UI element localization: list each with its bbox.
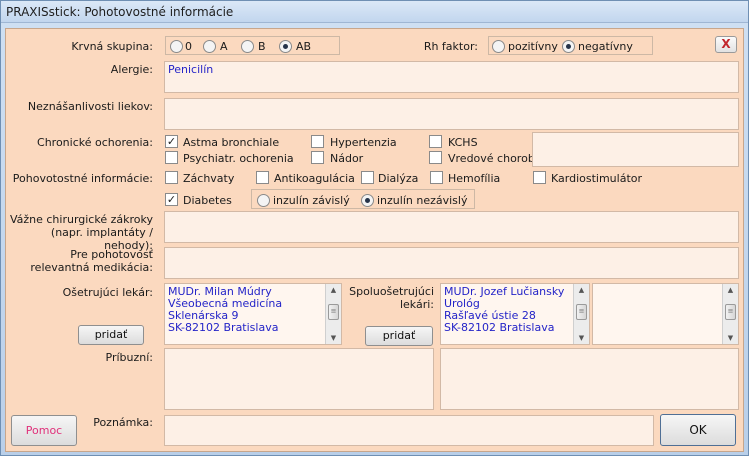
form-area: Krvná skupina: 0 A B AB Rh faktor: pozit… xyxy=(5,28,744,452)
relatives-field-2[interactable] xyxy=(440,348,739,410)
co-doctor-label-line1: Spoluošetrujúci xyxy=(349,285,434,298)
blood-group-option-b-label: B xyxy=(258,40,266,53)
doctor-list[interactable]: MUDr. Milan Múdry Všeobecná medicína Skl… xyxy=(164,283,342,345)
window-title: PRAXISstick: Pohotovostné informácie xyxy=(6,5,234,19)
rh-positive-label: pozitívny xyxy=(508,40,558,53)
help-button[interactable]: Pomoc xyxy=(11,415,77,446)
emergency-seizures-label: Záchvaty xyxy=(183,172,235,185)
doctor-line-4: SK-82102 Bratislava xyxy=(168,321,279,334)
emergency-dialysis-label: Dialýza xyxy=(378,172,419,185)
allergies-value: Penicilín xyxy=(168,63,214,76)
surgery-field[interactable] xyxy=(164,211,739,243)
co-doctor-scrollbar[interactable]: ▲ ≡ ▼ xyxy=(573,284,589,344)
co-doctor-label: Spoluošetrujúci lekári: xyxy=(346,285,434,311)
note-field[interactable] xyxy=(164,415,654,446)
chronic-hypertension-checkbox[interactable] xyxy=(311,135,324,148)
insulin-independent-option[interactable] xyxy=(361,194,374,207)
allergies-label: Alergie: xyxy=(110,63,153,76)
insulin-dependent-option[interactable] xyxy=(257,194,270,207)
chronic-ulcer-checkbox[interactable] xyxy=(429,151,442,164)
scroll-up-icon[interactable]: ▲ xyxy=(574,284,589,296)
rh-negative-option[interactable] xyxy=(562,40,575,53)
relatives-field[interactable] xyxy=(164,348,434,410)
chronic-kchs-checkbox[interactable] xyxy=(429,135,442,148)
blood-group-option-ab[interactable] xyxy=(279,40,292,53)
emergency-dialysis-checkbox[interactable] xyxy=(361,171,374,184)
add-co-doctor-button[interactable]: pridať xyxy=(365,326,433,346)
rh-negative-label: negatívny xyxy=(578,40,633,53)
intolerance-label: Neznášanlivosti liekov: xyxy=(27,100,153,113)
surgery-label-line1: Vážne chirurgické zákroky xyxy=(9,213,153,226)
insulin-independent-label: inzulín nezávislý xyxy=(377,194,468,207)
insulin-dependent-label: inzulín závislý xyxy=(273,194,350,207)
blood-group-label: Krvná skupina: xyxy=(71,40,153,53)
intolerance-field[interactable] xyxy=(164,98,739,130)
scroll-down-icon[interactable]: ▼ xyxy=(574,332,589,344)
emergency-anticoagulation-label: Antikoagulácia xyxy=(274,172,355,185)
title-bar: PRAXISstick: Pohotovostné informácie xyxy=(1,1,748,23)
emergency-seizures-checkbox[interactable] xyxy=(165,171,178,184)
scroll-down-icon[interactable]: ▼ xyxy=(326,332,341,344)
doctor-text: MUDr. Milan Múdry Všeobecná medicína Skl… xyxy=(168,286,282,334)
emergency-diabetes-label: Diabetes xyxy=(183,194,232,207)
co-doctor-2-scrollbar[interactable]: ▲ ≡ ▼ xyxy=(722,284,738,344)
emergency-anticoagulation-checkbox[interactable] xyxy=(256,171,269,184)
chronic-ulcer-label: Vredové choroby xyxy=(448,152,542,165)
chronic-psychiatric-label: Psychiatr. ochorenia xyxy=(183,152,294,165)
rh-positive-option[interactable] xyxy=(492,40,505,53)
scroll-thumb[interactable]: ≡ xyxy=(725,304,736,320)
medication-label-line2: relevantná medikácia: xyxy=(30,261,153,274)
ok-button[interactable]: OK xyxy=(660,414,736,446)
close-button[interactable]: X xyxy=(715,36,737,53)
chronic-hypertension-label: Hypertenzia xyxy=(330,136,397,149)
chronic-tumor-checkbox[interactable] xyxy=(311,151,324,164)
blood-group-option-ab-label: AB xyxy=(296,40,312,53)
emergency-pacemaker-checkbox[interactable] xyxy=(533,171,546,184)
co-doctor-label-line2: lekári: xyxy=(399,298,434,311)
chronic-asthma-label: Astma bronchiale xyxy=(183,136,280,149)
chronic-psychiatric-checkbox[interactable] xyxy=(165,151,178,164)
doctor-scrollbar[interactable]: ▲ ≡ ▼ xyxy=(325,284,341,344)
blood-group-option-a[interactable] xyxy=(203,40,216,53)
emergency-hemophilia-checkbox[interactable] xyxy=(430,171,443,184)
chronic-other-field[interactable] xyxy=(532,132,739,167)
doctor-label: Ošetrujúci lekár: xyxy=(62,286,153,299)
co-doctor-line-4: SK-82102 Bratislava xyxy=(444,321,555,334)
medication-field[interactable] xyxy=(164,247,739,279)
scroll-up-icon[interactable]: ▲ xyxy=(723,284,738,296)
add-doctor-button[interactable]: pridať xyxy=(78,325,144,345)
scroll-up-icon[interactable]: ▲ xyxy=(326,284,341,296)
chronic-asthma-checkbox[interactable]: ✓ xyxy=(165,135,178,148)
blood-group-option-a-label: A xyxy=(220,40,228,53)
scroll-down-icon[interactable]: ▼ xyxy=(723,332,738,344)
medication-label-line1: Pre pohotovosť xyxy=(70,248,153,261)
chronic-label: Chronické ochorenia: xyxy=(37,136,153,149)
emergency-pacemaker-label: Kardiostimulátor xyxy=(551,172,643,185)
emergency-hemophilia-label: Hemofília xyxy=(448,172,501,185)
co-doctor-list-2[interactable]: ▲ ≡ ▼ xyxy=(592,283,739,345)
scroll-thumb[interactable]: ≡ xyxy=(328,304,339,320)
co-doctor-list[interactable]: MUDr. Jozef Lučiansky Urológ Rašľavé úst… xyxy=(440,283,590,345)
rh-factor-label: Rh faktor: xyxy=(423,40,478,53)
surgery-label: Vážne chirurgické zákroky (napr. implant… xyxy=(8,213,153,252)
blood-group-option-0-label: 0 xyxy=(185,40,192,53)
window: PRAXISstick: Pohotovostné informácie Krv… xyxy=(0,0,749,456)
scroll-thumb[interactable]: ≡ xyxy=(576,304,587,320)
medication-label: Pre pohotovosť relevantná medikácia: xyxy=(8,248,153,274)
chronic-kchs-label: KCHS xyxy=(448,136,478,149)
chronic-tumor-label: Nádor xyxy=(330,152,364,165)
allergies-field[interactable]: Penicilín xyxy=(164,61,739,93)
co-doctor-text: MUDr. Jozef Lučiansky Urológ Rašľavé úst… xyxy=(444,286,564,334)
emergency-diabetes-checkbox[interactable]: ✓ xyxy=(165,193,178,206)
emergency-label: Pohovotostné informácie: xyxy=(12,172,153,185)
blood-group-option-b[interactable] xyxy=(241,40,254,53)
relatives-label: Príbuzní: xyxy=(105,351,153,364)
blood-group-option-0[interactable] xyxy=(170,40,183,53)
